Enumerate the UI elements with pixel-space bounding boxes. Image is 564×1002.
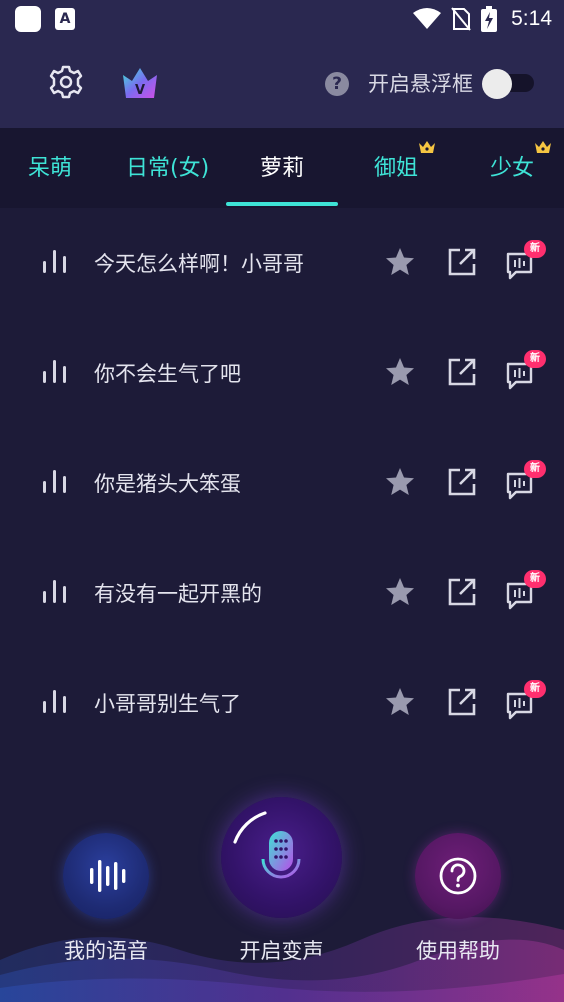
star-icon[interactable] bbox=[384, 466, 416, 498]
start-voice-change-button[interactable] bbox=[221, 797, 342, 918]
svg-text:V: V bbox=[135, 83, 145, 98]
list-item[interactable]: 你是猪头大笨蛋 新 bbox=[0, 428, 564, 538]
list-item[interactable]: 今天怎么样啊！小哥哥 新 bbox=[0, 208, 564, 318]
status-right: 5:14 bbox=[413, 4, 552, 34]
microphone-icon bbox=[233, 811, 301, 888]
bottom-controls: 我的语音 开启变声 使用帮助 bbox=[0, 760, 564, 1002]
audio-bars-icon[interactable] bbox=[42, 468, 68, 494]
battery-charging-icon bbox=[481, 6, 498, 32]
star-icon[interactable] bbox=[384, 246, 416, 278]
list-item[interactable]: 你不会生气了吧 新 bbox=[0, 318, 564, 428]
list-item[interactable]: 小哥哥别生气了 新 bbox=[0, 648, 564, 758]
premium-crown-icon bbox=[419, 141, 435, 153]
status-time: 5:14 bbox=[511, 7, 552, 30]
phrase-text: 你不会生气了吧 bbox=[94, 362, 241, 386]
premium-crown-icon bbox=[535, 141, 551, 153]
phrase-text: 你是猪头大笨蛋 bbox=[94, 472, 241, 496]
list-item[interactable]: 有没有一起开黑的 新 bbox=[0, 538, 564, 648]
active-tab-indicator bbox=[226, 202, 338, 206]
star-icon[interactable] bbox=[384, 686, 416, 718]
audio-bars-icon[interactable] bbox=[42, 358, 68, 384]
phrase-text: 小哥哥别生气了 bbox=[94, 692, 241, 716]
help-question-icon bbox=[439, 857, 477, 895]
gear-icon[interactable] bbox=[48, 64, 84, 100]
category-tabs: 呆萌 日常(女) 萝莉 御姐 少女 bbox=[0, 128, 564, 208]
tab-daily-female[interactable]: 日常(女) bbox=[126, 150, 209, 182]
help-button[interactable] bbox=[415, 833, 501, 919]
share-icon[interactable] bbox=[447, 577, 477, 607]
audio-bars-icon[interactable] bbox=[42, 688, 68, 714]
new-badge: 新 bbox=[524, 680, 546, 698]
app-square-icon bbox=[15, 6, 41, 32]
phrase-text: 今天怎么样啊！小哥哥 bbox=[94, 252, 304, 276]
audio-bars-icon[interactable] bbox=[42, 248, 68, 274]
help-label: 使用帮助 bbox=[416, 939, 500, 963]
question-icon[interactable]: ? bbox=[325, 72, 349, 96]
my-voice-button[interactable] bbox=[63, 833, 149, 919]
share-icon[interactable] bbox=[447, 357, 477, 387]
star-icon[interactable] bbox=[384, 356, 416, 388]
tab-yujie[interactable]: 御姐 bbox=[374, 150, 418, 182]
tab-loli[interactable]: 萝莉 bbox=[260, 150, 304, 182]
new-badge: 新 bbox=[524, 570, 546, 588]
new-badge: 新 bbox=[524, 240, 546, 258]
vip-crown-icon[interactable]: V bbox=[120, 65, 160, 101]
floating-window-label: 开启悬浮框 bbox=[368, 72, 473, 96]
top-bar: V ? 开启悬浮框 bbox=[0, 40, 564, 128]
share-icon[interactable] bbox=[447, 687, 477, 717]
audio-bars-icon[interactable] bbox=[42, 578, 68, 604]
a-text-icon: A bbox=[55, 8, 75, 30]
no-sim-icon bbox=[451, 7, 471, 31]
voice-bars-icon bbox=[90, 860, 126, 892]
share-icon[interactable] bbox=[447, 247, 477, 277]
start-voice-change-label: 开启变声 bbox=[239, 939, 324, 963]
wifi-icon bbox=[413, 8, 442, 29]
my-voice-label: 我的语音 bbox=[64, 939, 148, 963]
phrase-text: 有没有一起开黑的 bbox=[94, 582, 262, 606]
status-bar: A 5:14 bbox=[0, 0, 564, 40]
tab-shaonv[interactable]: 少女 bbox=[490, 150, 534, 182]
tab-daimeng[interactable]: 呆萌 bbox=[28, 150, 72, 182]
toggle-knob bbox=[482, 69, 512, 99]
new-badge: 新 bbox=[524, 460, 546, 478]
star-icon[interactable] bbox=[384, 576, 416, 608]
new-badge: 新 bbox=[524, 350, 546, 368]
floating-window-toggle[interactable] bbox=[482, 69, 534, 99]
share-icon[interactable] bbox=[447, 467, 477, 497]
